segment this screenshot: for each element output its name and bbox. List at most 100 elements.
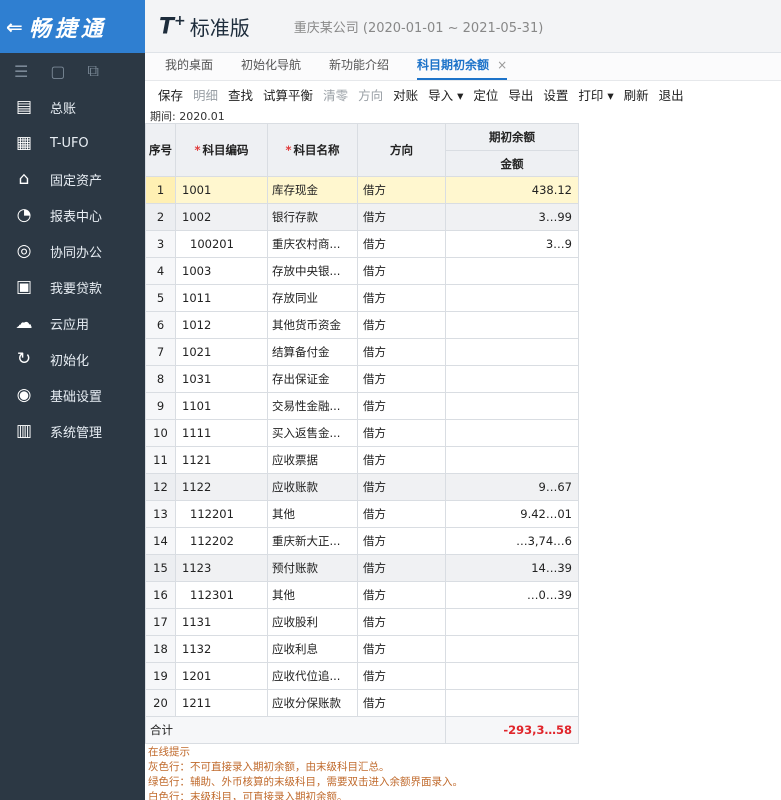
sidebar-item-5[interactable]: ▣ 我要贷款 <box>0 269 145 305</box>
amount-cell[interactable] <box>445 689 579 717</box>
toolbar-button-8[interactable]: 定位 <box>473 85 498 104</box>
amount-cell[interactable]: 9…67 <box>445 473 579 501</box>
row-index: 6 <box>145 311 176 339</box>
header-code[interactable]: * 科目编码 <box>175 123 268 177</box>
calendar-icon[interactable]: ▢ <box>50 62 65 81</box>
toolbar-button-6[interactable]: 对账 <box>393 85 418 104</box>
account-code-cell: 112301 <box>175 581 268 609</box>
toolbar-button-1[interactable]: 明细 <box>193 85 218 104</box>
account-name-cell: 重庆新大正... <box>267 527 358 555</box>
amount-cell[interactable] <box>445 392 579 420</box>
menu-icon[interactable]: ☰ <box>14 62 28 81</box>
table-row[interactable]: 2 1002 银行存款 借方 3…99 <box>145 203 579 231</box>
account-code-cell: 1011 <box>175 284 268 312</box>
sidebar-item-0[interactable]: ▤ 总账 <box>0 89 145 125</box>
amount-cell[interactable] <box>445 338 579 366</box>
table-row[interactable]: 16 112301 其他 借方 …0…39 <box>145 581 579 609</box>
tab-2[interactable]: 新功能介绍 <box>329 56 389 80</box>
toolbar-button-5[interactable]: 方向 <box>358 85 383 104</box>
toolbar-button-13[interactable]: 退出 <box>659 85 684 104</box>
header-name[interactable]: * 科目名称 <box>267 123 358 177</box>
amount-cell[interactable] <box>445 662 579 690</box>
account-info: 重庆某公司 (2020-01-01 ~ 2021-05-31) <box>293 20 544 36</box>
amount-cell[interactable]: …3,74…6 <box>445 527 579 555</box>
table-row[interactable]: 6 1012 其他货币资金 借方 <box>145 311 579 339</box>
toolbar-button-10[interactable]: 设置 <box>543 85 568 104</box>
tab-0[interactable]: 我的桌面 <box>165 56 213 80</box>
amount-cell[interactable] <box>445 284 579 312</box>
table-row[interactable]: 3 100201 重庆农村商... 借方 3…9 <box>145 230 579 258</box>
row-index: 17 <box>145 608 176 636</box>
header-direction[interactable]: 方向 <box>357 123 446 177</box>
header-amount[interactable]: 金额 <box>445 150 579 177</box>
table-row[interactable]: 10 1111 买入返售金... 借方 <box>145 419 579 447</box>
sidebar-item-9[interactable]: ▥ 系统管理 <box>0 413 145 449</box>
table-row[interactable]: 20 1211 应收分保账款 借方 <box>145 689 579 717</box>
amount-cell[interactable]: …0…39 <box>445 581 579 609</box>
table-row[interactable]: 1 1001 库存现金 借方 438.12 <box>145 176 579 204</box>
amount-cell[interactable] <box>445 608 579 636</box>
sidebar-item-2[interactable]: ⌂ 固定资产 <box>0 161 145 197</box>
direction-cell: 借方 <box>357 635 446 663</box>
sidebar-item-7[interactable]: ↻ 初始化 <box>0 341 145 377</box>
sidebar-item-8[interactable]: ◉ 基础设置 <box>0 377 145 413</box>
header-index: 序号 <box>145 123 176 177</box>
tab-1[interactable]: 初始化导航 <box>241 56 301 80</box>
table-row[interactable]: 5 1011 存放同业 借方 <box>145 284 579 312</box>
sidebar-item-1[interactable]: ▦ T-UFO <box>0 125 145 161</box>
sidebar-item-6[interactable]: ☁ 云应用 <box>0 305 145 341</box>
table-row[interactable]: 19 1201 应收代位追... 借方 <box>145 662 579 690</box>
toolbar-button-12[interactable]: 刷新 <box>624 85 649 104</box>
close-icon[interactable]: × <box>497 58 507 72</box>
amount-cell[interactable]: 3…9 <box>445 230 579 258</box>
share-icon[interactable]: ⧉ <box>87 61 98 81</box>
table-row[interactable]: 17 1131 应收股利 借方 <box>145 608 579 636</box>
toolbar-button-11[interactable]: 打印 ▾ <box>578 85 613 104</box>
tab-3[interactable]: 科目期初余额 × <box>417 56 508 80</box>
row-index: 12 <box>145 473 176 501</box>
amount-cell[interactable] <box>445 635 579 663</box>
amount-cell[interactable] <box>445 257 579 285</box>
account-name-cell: 其他货币资金 <box>267 311 358 339</box>
table-row[interactable]: 4 1003 存放中央银... 借方 <box>145 257 579 285</box>
app-header: T+ 标准版 重庆某公司 (2020-01-01 ~ 2021-05-31) <box>145 0 781 53</box>
account-code-cell: 1122 <box>175 473 268 501</box>
row-index: 2 <box>145 203 176 231</box>
toolbar-button-2[interactable]: 查找 <box>228 85 253 104</box>
direction-cell: 借方 <box>357 365 446 393</box>
toolbar-button-3[interactable]: 试算平衡 <box>263 85 313 104</box>
table-row[interactable]: 7 1021 结算备付金 借方 <box>145 338 579 366</box>
table-row[interactable]: 11 1121 应收票据 借方 <box>145 446 579 474</box>
toolbar-button-9[interactable]: 导出 <box>508 85 533 104</box>
toolbar-button-4[interactable]: 清零 <box>323 85 348 104</box>
table-row[interactable]: 18 1132 应收利息 借方 <box>145 635 579 663</box>
sidebar-item-4[interactable]: ◎ 协同办公 <box>0 233 145 269</box>
account-code-cell: 1031 <box>175 365 268 393</box>
table-row[interactable]: 12 1122 应收账款 借方 9…67 <box>145 473 579 501</box>
amount-cell[interactable]: 438.12 <box>445 176 579 204</box>
tips-line-white: 白色行：末级科目，可直接录入期初余额。 <box>148 791 348 800</box>
amount-cell[interactable]: 3…99 <box>445 203 579 231</box>
amount-cell[interactable]: 9.42…01 <box>445 500 579 528</box>
sidebar-item-label: 初始化 <box>50 353 90 369</box>
amount-cell[interactable] <box>445 365 579 393</box>
toolbar-button-7[interactable]: 导入 ▾ <box>428 85 463 104</box>
table-row[interactable]: 13 112201 其他 借方 9.42…01 <box>145 500 579 528</box>
sidebar-item-3[interactable]: ◔ 报表中心 <box>0 197 145 233</box>
amount-cell[interactable] <box>445 419 579 447</box>
table-row[interactable]: 8 1031 存出保证金 借方 <box>145 365 579 393</box>
toolbar-button-0[interactable]: 保存 <box>158 85 183 104</box>
account-name-cell: 其他 <box>267 581 358 609</box>
account-code-cell: 100201 <box>175 230 268 258</box>
amount-cell[interactable]: 14…39 <box>445 554 579 582</box>
account-code-cell: 1001 <box>175 176 268 204</box>
table-row[interactable]: 14 112202 重庆新大正... 借方 …3,74…6 <box>145 527 579 555</box>
table-row[interactable]: 15 1123 预付账款 借方 14…39 <box>145 554 579 582</box>
account-name-cell: 其他 <box>267 500 358 528</box>
table-row[interactable]: 9 1101 交易性金融... 借方 <box>145 392 579 420</box>
amount-cell[interactable] <box>445 311 579 339</box>
back-arrow-icon[interactable]: ⇐ <box>6 15 23 39</box>
collab-icon: ◎ <box>16 241 32 261</box>
amount-cell[interactable] <box>445 446 579 474</box>
brand-bar[interactable]: ⇐ 畅捷通 <box>0 0 145 53</box>
